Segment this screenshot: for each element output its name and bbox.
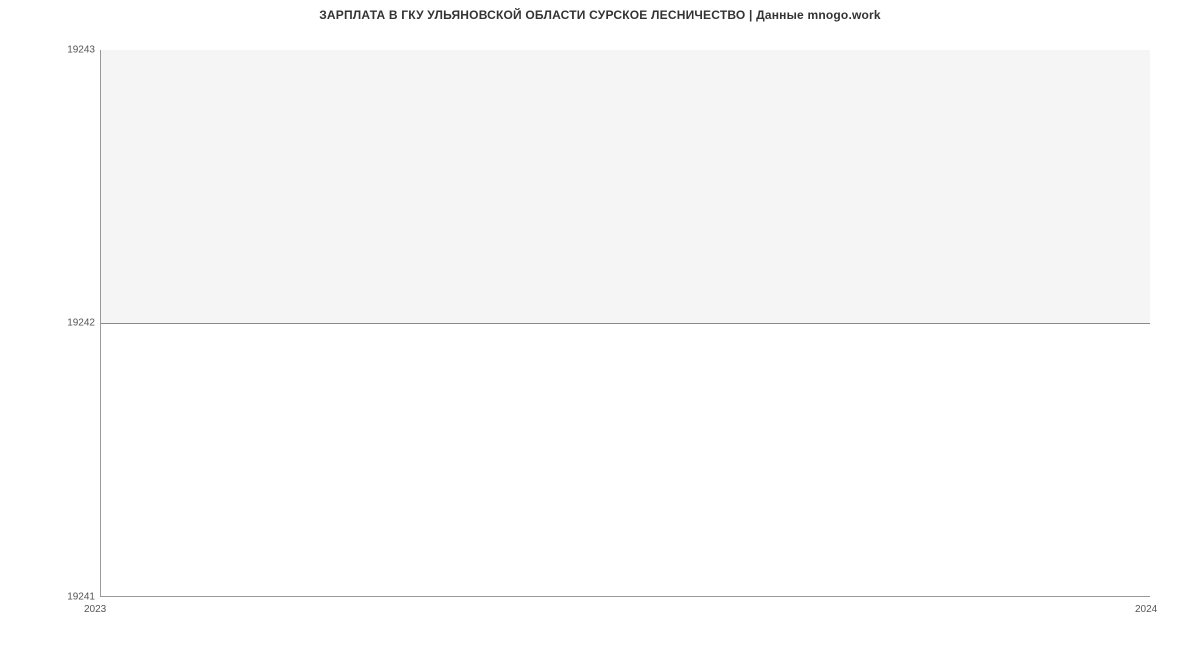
y-tick-label: 19241 xyxy=(5,592,95,603)
y-tick-label: 19242 xyxy=(5,318,95,329)
y-tick-label: 19243 xyxy=(5,45,95,56)
plot-lower-band xyxy=(101,323,1150,596)
chart-container: ЗАРПЛАТА В ГКУ УЛЬЯНОВСКОЙ ОБЛАСТИ СУРСК… xyxy=(0,0,1200,650)
data-line xyxy=(101,323,1150,324)
x-tick-label: 2024 xyxy=(1135,604,1157,615)
x-tick-label: 2023 xyxy=(84,604,106,615)
chart-title: ЗАРПЛАТА В ГКУ УЛЬЯНОВСКОЙ ОБЛАСТИ СУРСК… xyxy=(0,8,1200,22)
plot-area xyxy=(100,50,1150,597)
